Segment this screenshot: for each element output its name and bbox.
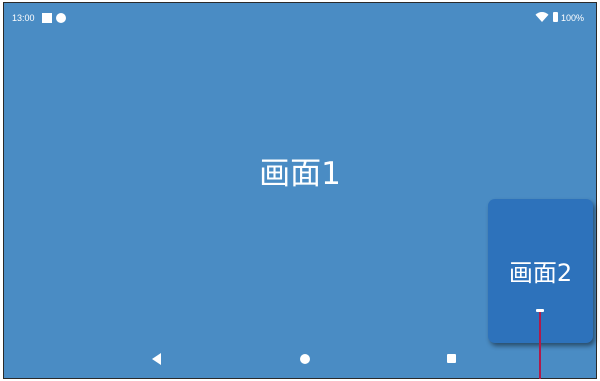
recents-icon[interactable] (447, 354, 456, 363)
callout-line (539, 312, 541, 379)
notification-dot-icon (56, 13, 66, 23)
wifi-icon (535, 12, 549, 22)
home-icon[interactable] (300, 354, 310, 364)
screen1-label: 画面1 (259, 156, 341, 192)
back-icon[interactable] (152, 353, 161, 365)
notification-square-icon (42, 13, 52, 23)
battery-percentage: 100% (561, 13, 585, 23)
status-bar: 13:00 100% (4, 3, 596, 33)
status-time: 13:00 (12, 13, 35, 23)
screen2-label: 画面2 (508, 259, 573, 287)
resize-handle[interactable] (536, 309, 544, 312)
battery-icon (553, 12, 558, 22)
navigation-bar (4, 348, 596, 372)
device-screen: 13:00 100% 画面1 画面2 (3, 2, 597, 379)
